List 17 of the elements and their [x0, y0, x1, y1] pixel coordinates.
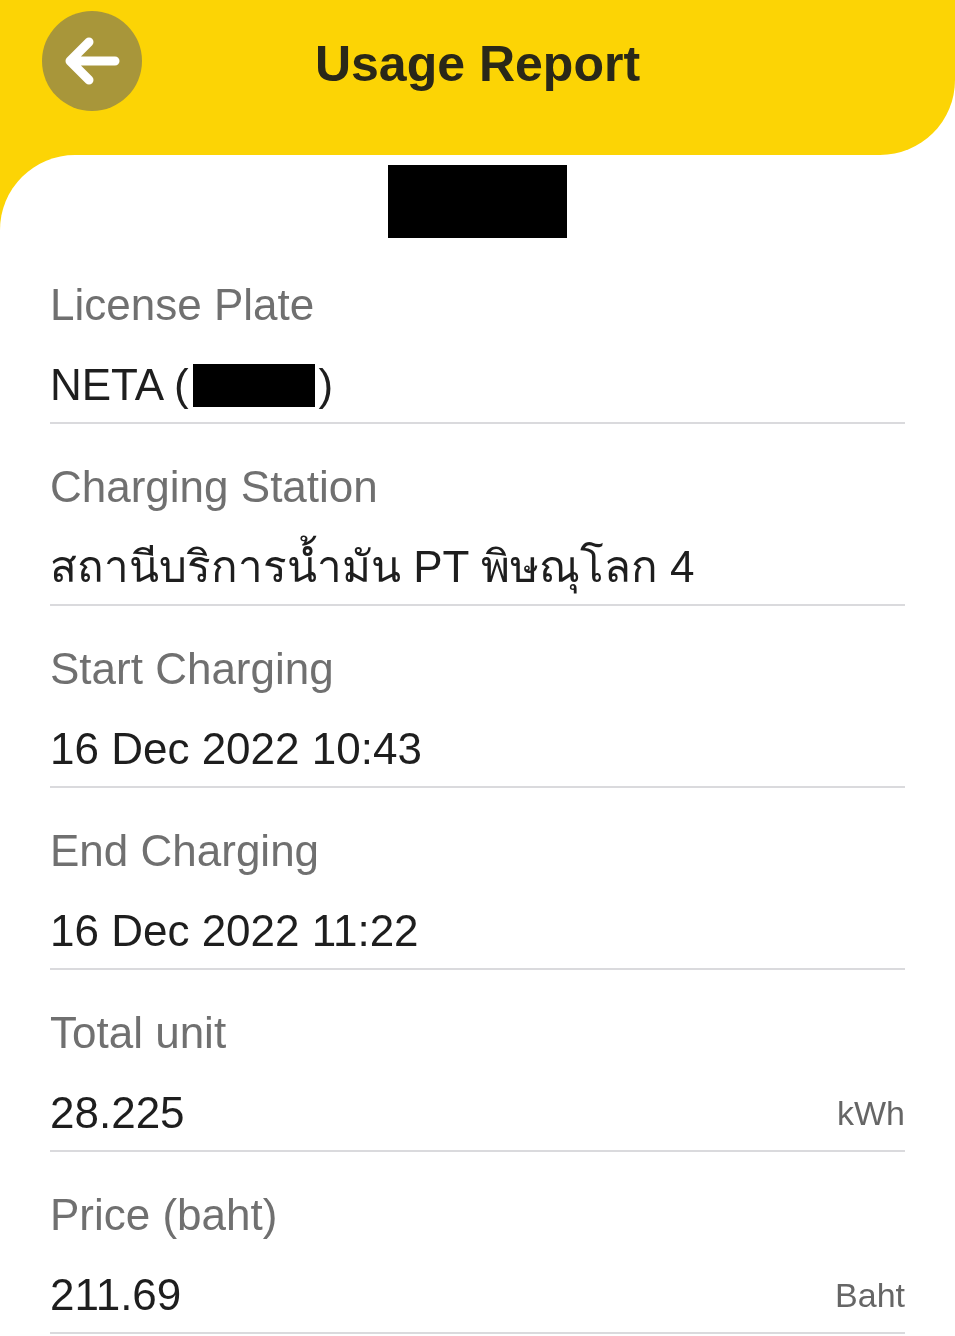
- field-value: 28.225: [50, 1087, 185, 1139]
- page-title: Usage Report: [313, 35, 642, 94]
- field-label: End Charging: [50, 825, 321, 877]
- field-label: License Plate: [50, 279, 316, 331]
- back-arrow-icon: [63, 37, 121, 85]
- field-value: 16 Dec 2022 11:22: [50, 905, 419, 957]
- field-label: Total unit: [50, 1007, 228, 1059]
- field-value: NETA (: [50, 359, 189, 411]
- field-value: 16 Dec 2022 10:43: [50, 723, 422, 775]
- field-label: Price (baht): [50, 1189, 279, 1241]
- unit-label: Baht: [835, 1275, 905, 1316]
- field-value: ): [318, 359, 334, 411]
- unit-label: kWh: [837, 1093, 905, 1134]
- field-label: Charging Station: [50, 461, 379, 513]
- field-value: 211.69: [50, 1269, 182, 1321]
- field-value: สถานีบริการน้ำมัน PT พิษณุโลก 4: [50, 533, 695, 601]
- field-label: Start Charging: [50, 643, 335, 695]
